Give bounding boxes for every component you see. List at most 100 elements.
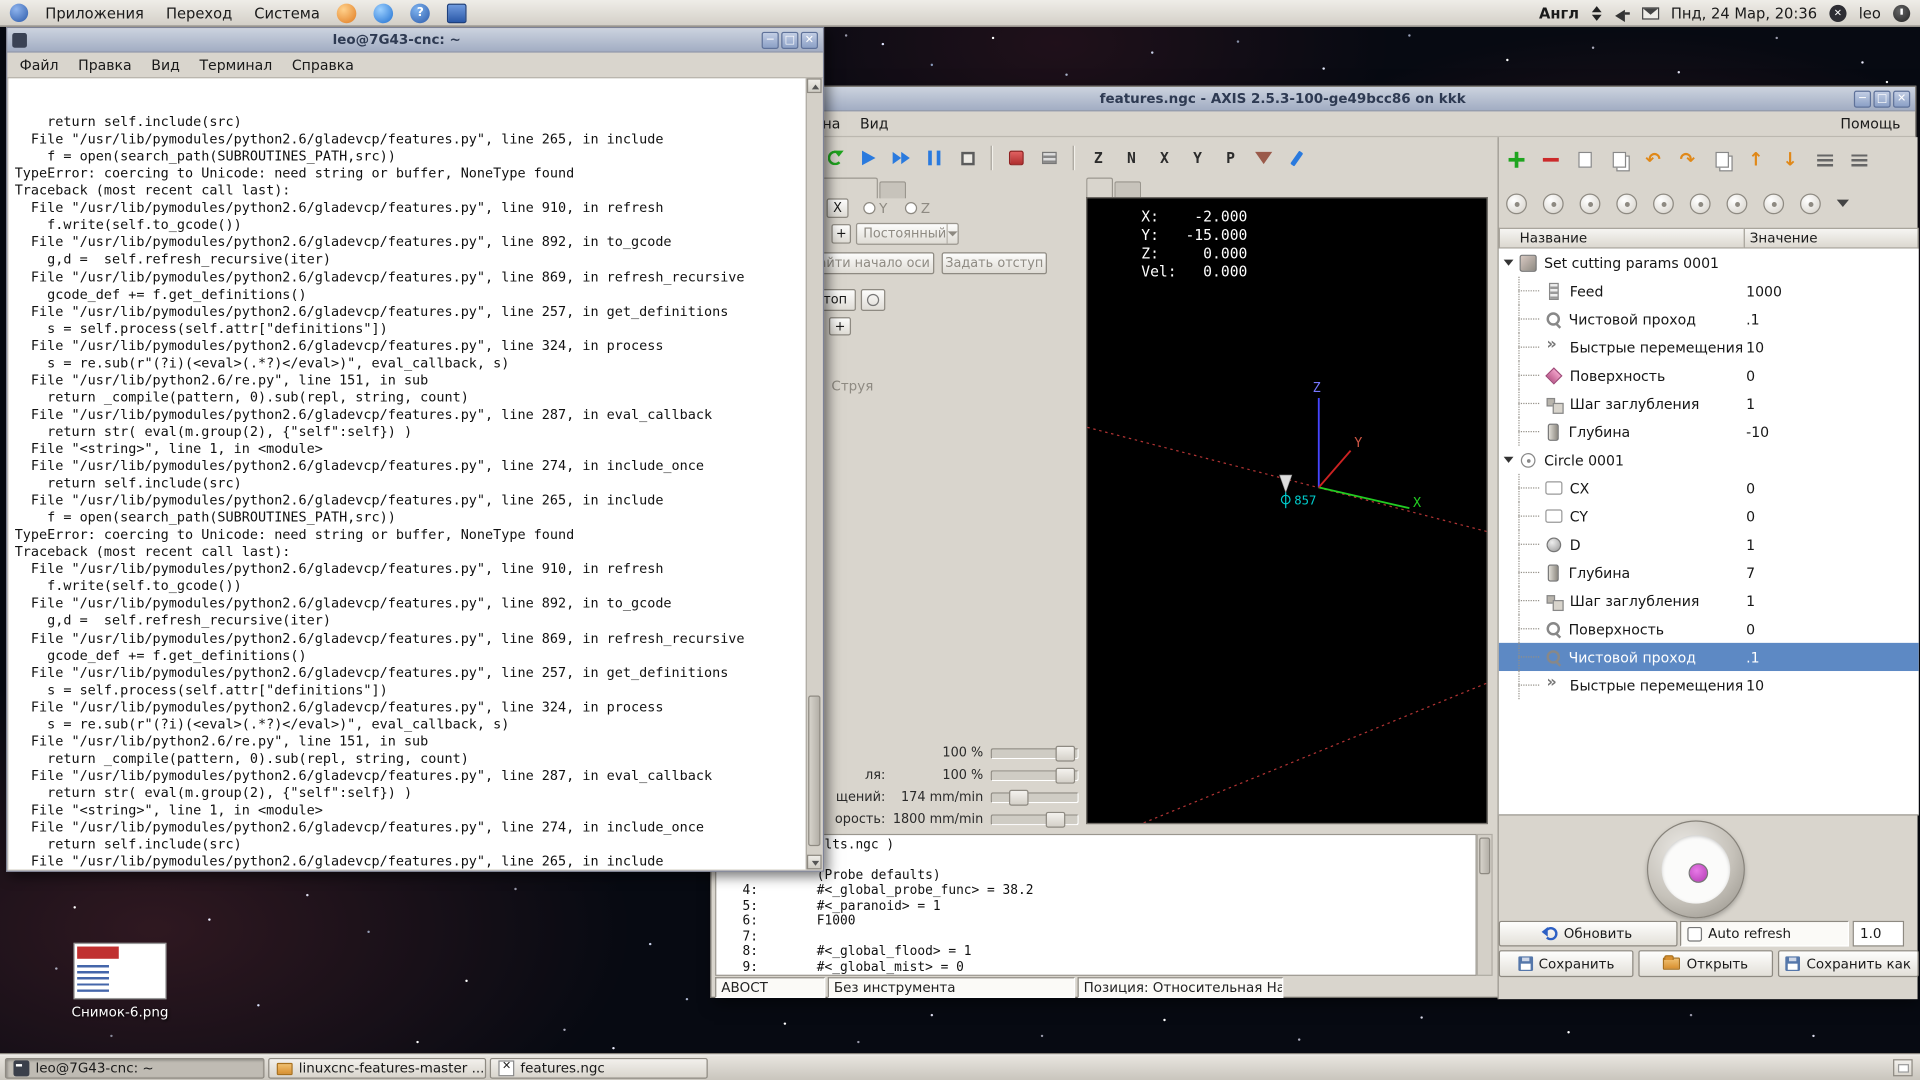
tree-row-value[interactable]: 0: [1746, 367, 1755, 384]
maximize-button[interactable]: □: [781, 31, 798, 48]
firefox-icon[interactable]: [337, 3, 357, 23]
network-icon[interactable]: [1829, 4, 1846, 21]
jog-wheel[interactable]: [1647, 820, 1745, 918]
tree-row-value[interactable]: 0: [1746, 620, 1755, 637]
tree-row[interactable]: Глубина 7: [1499, 558, 1919, 586]
minimize-button[interactable]: ─: [762, 31, 779, 48]
workspace-switcher[interactable]: [1893, 1059, 1913, 1076]
feature-insert-icon-3[interactable]: [1580, 193, 1601, 214]
gcode-line[interactable]: 5: #<_paranoid> = 1: [716, 898, 1475, 913]
volume-icon[interactable]: [1615, 7, 1630, 19]
mail-icon[interactable]: [1641, 7, 1658, 19]
slider-track[interactable]: [991, 770, 1079, 781]
pause-button[interactable]: [920, 143, 949, 172]
collapse-all-button[interactable]: [1810, 144, 1839, 173]
maximize-button[interactable]: □: [1873, 90, 1890, 107]
slider-thumb[interactable]: [1056, 745, 1076, 761]
tree-row-value[interactable]: .1: [1746, 648, 1759, 665]
spindle-icon-button[interactable]: [861, 289, 885, 311]
backplot-preview[interactable]: Z Y X 857 X: -2.000Y: -15.000Z: 0.000Vel…: [1086, 197, 1488, 824]
move-down-button[interactable]: ↓: [1776, 144, 1805, 173]
add-feature-button[interactable]: [1501, 144, 1530, 173]
close-button[interactable]: ✕: [1893, 90, 1910, 107]
run-button[interactable]: [853, 143, 882, 172]
tree-row-value[interactable]: 1: [1746, 592, 1755, 609]
save-button[interactable]: Сохранить: [1499, 950, 1634, 977]
feature-insert-icon-5[interactable]: [1653, 193, 1674, 214]
help-icon[interactable]: ?: [410, 3, 430, 23]
undo-button[interactable]: ↶: [1638, 144, 1667, 173]
tree-row-value[interactable]: 1000: [1746, 282, 1782, 299]
tree-row[interactable]: Чистовой проход .1: [1499, 643, 1919, 671]
gcode-listing[interactable]: ults.ngc ) (Probe defaults) 4: #<_global…: [715, 834, 1477, 976]
tree-row-value[interactable]: 7: [1746, 564, 1755, 581]
terminal-menu-item[interactable]: Вид: [151, 56, 180, 73]
tree-row[interactable]: D 1: [1499, 530, 1919, 558]
slider-thumb[interactable]: [1046, 811, 1066, 827]
clock[interactable]: Пнд, 24 Мар, 20:36: [1671, 4, 1817, 21]
tab-manual-mdi[interactable]: [879, 181, 906, 198]
tree-row[interactable]: Шаг заглубления 1: [1499, 587, 1919, 615]
slider-track[interactable]: [991, 792, 1079, 803]
expand-all-button[interactable]: [1844, 144, 1873, 173]
touch-off-offset-button[interactable]: Задать отступ: [942, 252, 1047, 274]
axis-titlebar[interactable]: features.ngc - AXIS 2.5.3-100-ge49bcc86 …: [711, 87, 1915, 111]
slider-track[interactable]: [991, 748, 1079, 759]
clear-plot-button[interactable]: [1249, 143, 1278, 172]
tree-row-value[interactable]: 0: [1746, 508, 1755, 525]
feature-insert-icon-1[interactable]: [1506, 193, 1527, 214]
applications-menu-icon[interactable]: [10, 4, 28, 22]
auto-refresh-checkbox[interactable]: [1687, 926, 1702, 941]
close-button[interactable]: ✕: [801, 31, 818, 48]
jog-plus-button[interactable]: +: [831, 224, 851, 244]
tree-row[interactable]: Set cutting params 0001: [1499, 249, 1919, 277]
taskbar-item[interactable]: leo@7G43-cnc: ~: [5, 1057, 265, 1078]
redo-button[interactable]: ↷: [1673, 144, 1702, 173]
copy-button[interactable]: [1570, 144, 1599, 173]
jog-increment-combo[interactable]: Постоянный: [856, 223, 959, 245]
tree-row[interactable]: Поверхность 0: [1499, 361, 1919, 389]
feature-insert-icon-8[interactable]: [1763, 193, 1784, 214]
slider-thumb[interactable]: [1056, 767, 1076, 783]
tree-row[interactable]: Поверхность 0: [1499, 615, 1919, 643]
view-axis-button[interactable]: X: [1150, 143, 1179, 172]
gcode-scrollbar[interactable]: [1477, 834, 1493, 976]
keyboard-layout-indicator[interactable]: Англ: [1539, 4, 1579, 21]
terminal-scrollbar[interactable]: [806, 78, 822, 869]
minimize-button[interactable]: ─: [1854, 90, 1871, 107]
terminal-menu-item[interactable]: Файл: [20, 56, 59, 73]
duplicate-button[interactable]: [1604, 144, 1633, 173]
tree-row-value[interactable]: .1: [1746, 310, 1759, 327]
terminal-output[interactable]: return self.include(src) File "/usr/lib/…: [9, 78, 806, 869]
move-up-button[interactable]: ↑: [1741, 144, 1770, 173]
top-panel-menu[interactable]: Приложения: [45, 4, 144, 21]
gcode-line[interactable]: ults.ngc ): [716, 838, 1475, 853]
refresh-button[interactable]: Обновить: [1499, 921, 1678, 947]
save-as-button[interactable]: Сохранить как: [1778, 950, 1919, 977]
tree-row-value[interactable]: 10: [1746, 339, 1764, 356]
tree-row[interactable]: Быстрые перемещения 10: [1499, 671, 1919, 699]
expander-icon[interactable]: [1504, 457, 1514, 463]
tree-row-value[interactable]: 10: [1746, 677, 1764, 694]
view-axis-button[interactable]: N: [1117, 143, 1146, 172]
terminal-titlebar[interactable]: leo@7G43-cnc: ~ ─ □ ✕: [7, 28, 823, 52]
taskbar-item[interactable]: features.ngc: [490, 1057, 708, 1078]
tab-preview[interactable]: [1114, 181, 1141, 198]
feature-insert-icon-7[interactable]: [1727, 193, 1748, 214]
slider-thumb[interactable]: [1009, 789, 1029, 805]
feature-insert-icon-9[interactable]: [1800, 193, 1821, 214]
chevron-down-icon[interactable]: [1837, 200, 1849, 207]
top-panel-menu[interactable]: Переход: [166, 4, 232, 21]
axis-select-z[interactable]: Z: [905, 201, 930, 217]
tree-row[interactable]: CX 0: [1499, 474, 1919, 502]
power-icon[interactable]: [1893, 4, 1910, 21]
view-axis-button[interactable]: P: [1216, 143, 1245, 172]
tree-row-value[interactable]: 0: [1746, 479, 1755, 496]
updown-arrows-icon[interactable]: [1591, 6, 1602, 21]
browser-icon[interactable]: [374, 3, 394, 23]
scale-input[interactable]: 1.0: [1853, 921, 1904, 947]
feature-insert-icon-6[interactable]: [1690, 193, 1711, 214]
axis-select-y[interactable]: Y: [863, 201, 887, 217]
slider-track[interactable]: [991, 814, 1079, 825]
tree-row-value[interactable]: -10: [1746, 423, 1769, 440]
